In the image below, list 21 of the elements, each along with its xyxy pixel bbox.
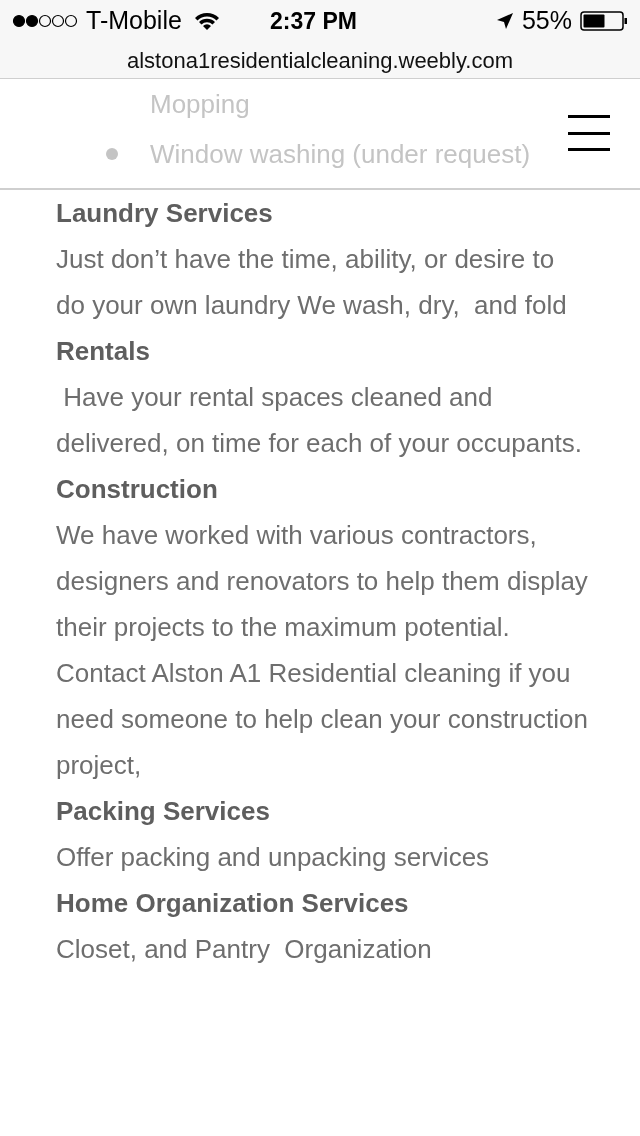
section-heading: Rentals xyxy=(56,335,151,368)
menu-icon[interactable] xyxy=(568,115,610,151)
section-text: Have your rental spaces cleaned and delivered, on time for each of your occupants. xyxy=(56,381,584,460)
wifi-icon xyxy=(193,11,220,31)
section-text: We have worked with various contractors, designers and renovators to help them display their projects to the maximum potential. Contact Alston A1 Residential cleaning if you need someone to help clean your construction project, xyxy=(56,519,589,782)
battery-icon xyxy=(580,11,628,31)
section-heading: Packing Services xyxy=(56,795,271,828)
list-item-text: Window washing (under request) xyxy=(150,137,531,171)
address-url[interactable]: alstona1residentialcleaning.weebly.com xyxy=(126,43,513,77)
carrier-name: T-Mobile xyxy=(86,5,182,37)
section-heading: Construction xyxy=(56,473,219,506)
section-text: Just don’t have the time, ability, or desire to do your own laundry We wash, dry, and fold xyxy=(56,243,568,322)
signal-icon xyxy=(12,14,78,28)
list-item-text: Mopping xyxy=(150,87,250,121)
section-text: Closet, and Pantry Organization xyxy=(56,933,433,966)
location-arrow-icon xyxy=(495,12,514,30)
section-text: Offer packing and unpacking services xyxy=(56,841,491,874)
battery-percentage: 55% xyxy=(521,5,572,37)
section-heading: Home Organization Services xyxy=(56,887,410,920)
section-heading: Laundry Services xyxy=(56,197,274,230)
clock-time: 2:37 PM xyxy=(270,6,357,36)
